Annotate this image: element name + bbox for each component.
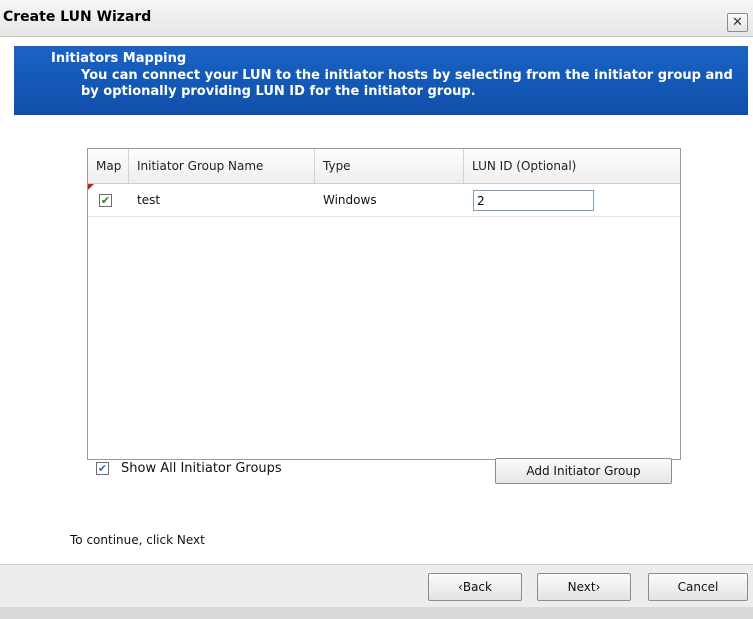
checkmark-icon: ✔	[97, 462, 108, 475]
column-header-map[interactable]: Map	[88, 149, 129, 183]
column-header-type[interactable]: Type	[315, 149, 464, 183]
window-title: Create LUN Wizard	[3, 9, 152, 25]
table-row[interactable]: ✔ test Windows	[88, 184, 680, 217]
continue-hint: To continue, click Next	[70, 533, 205, 547]
next-button[interactable]: Next›	[537, 573, 631, 601]
column-header-lun-id[interactable]: LUN ID (Optional)	[464, 149, 680, 183]
map-checkbox[interactable]: ✔	[99, 194, 112, 207]
table-header: Map Initiator Group Name Type LUN ID (Op…	[88, 149, 680, 184]
add-initiator-group-button[interactable]: Add Initiator Group	[495, 458, 672, 484]
checkmark-icon: ✔	[100, 194, 111, 207]
close-button[interactable]: ✕	[727, 13, 748, 32]
button-bar: ‹Back Next› Cancel	[0, 564, 753, 608]
lun-id-input[interactable]	[473, 190, 594, 211]
initiator-groups-table: Map Initiator Group Name Type LUN ID (Op…	[87, 148, 681, 460]
step-title: Initiators Mapping	[51, 51, 187, 66]
close-icon: ✕	[732, 15, 743, 30]
title-bar: Create LUN Wizard ✕	[0, 0, 753, 37]
create-lun-wizard-dialog: Create LUN Wizard ✕ Initiators Mapping Y…	[0, 0, 753, 619]
show-all-checkbox[interactable]: ✔	[96, 462, 109, 475]
column-header-initiator-group-name[interactable]: Initiator Group Name	[129, 149, 315, 183]
wizard-step-banner: Initiators Mapping You can connect your …	[14, 46, 748, 115]
type-cell: Windows	[323, 193, 377, 207]
back-button[interactable]: ‹Back	[428, 573, 522, 601]
cancel-button[interactable]: Cancel	[648, 573, 748, 601]
show-all-label: Show All Initiator Groups	[121, 461, 282, 476]
step-description: You can connect your LUN to the initiato…	[81, 68, 733, 99]
modified-marker-icon	[88, 184, 94, 190]
group-name-cell: test	[137, 193, 161, 207]
footer-divider	[0, 607, 753, 619]
